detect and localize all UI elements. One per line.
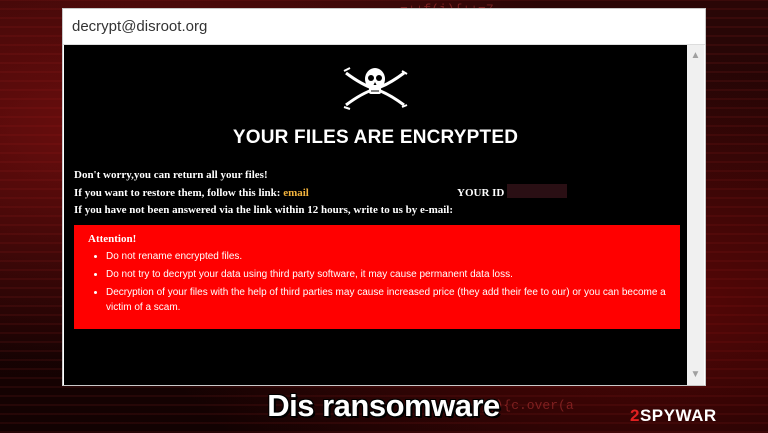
vertical-scrollbar[interactable]: ▲ ▼ (687, 45, 704, 385)
list-item: Decryption of your files with the help o… (106, 285, 666, 315)
restore-line: If you want to restore them, follow this… (74, 187, 309, 199)
your-id-redacted (507, 184, 567, 198)
attention-box: Attention! Do not rename encrypted files… (74, 225, 680, 329)
attention-list: Do not rename encrypted files. Do not tr… (88, 249, 666, 315)
ransom-note: YOUR FILES ARE ENCRYPTED Don't worry,you… (64, 45, 687, 385)
logo-digit: 2 (630, 406, 640, 425)
list-item: Do not rename encrypted files. (106, 249, 666, 264)
list-item: Do not try to decrypt your data using th… (106, 267, 666, 282)
window-title: decrypt@disroot.org (72, 18, 208, 35)
window-titlebar: decrypt@disroot.org (63, 9, 705, 45)
site-logo: 2SPYWAR (630, 406, 717, 426)
browser-window: decrypt@disroot.org YOUR FILES ARE ENCRY… (62, 8, 706, 386)
restore-line-text: If you want to restore them, follow this… (74, 187, 284, 199)
skull-crossed-swords-icon (343, 67, 408, 110)
your-id-label: YOUR ID (457, 187, 505, 199)
attention-title: Attention! (88, 233, 137, 245)
scroll-down-arrow-icon[interactable]: ▼ (687, 366, 704, 383)
image-caption: Dis ransomware (267, 388, 500, 423)
scroll-up-arrow-icon[interactable]: ▲ (687, 47, 704, 64)
fallback-email-line: If you have not been answered via the li… (74, 204, 454, 216)
headline: YOUR FILES ARE ENCRYPTED (232, 127, 519, 148)
logo-text: SPYWAR (639, 406, 717, 425)
reassure-line: Don't worry,you can return all your file… (74, 169, 268, 181)
email-link[interactable]: email (283, 187, 309, 199)
